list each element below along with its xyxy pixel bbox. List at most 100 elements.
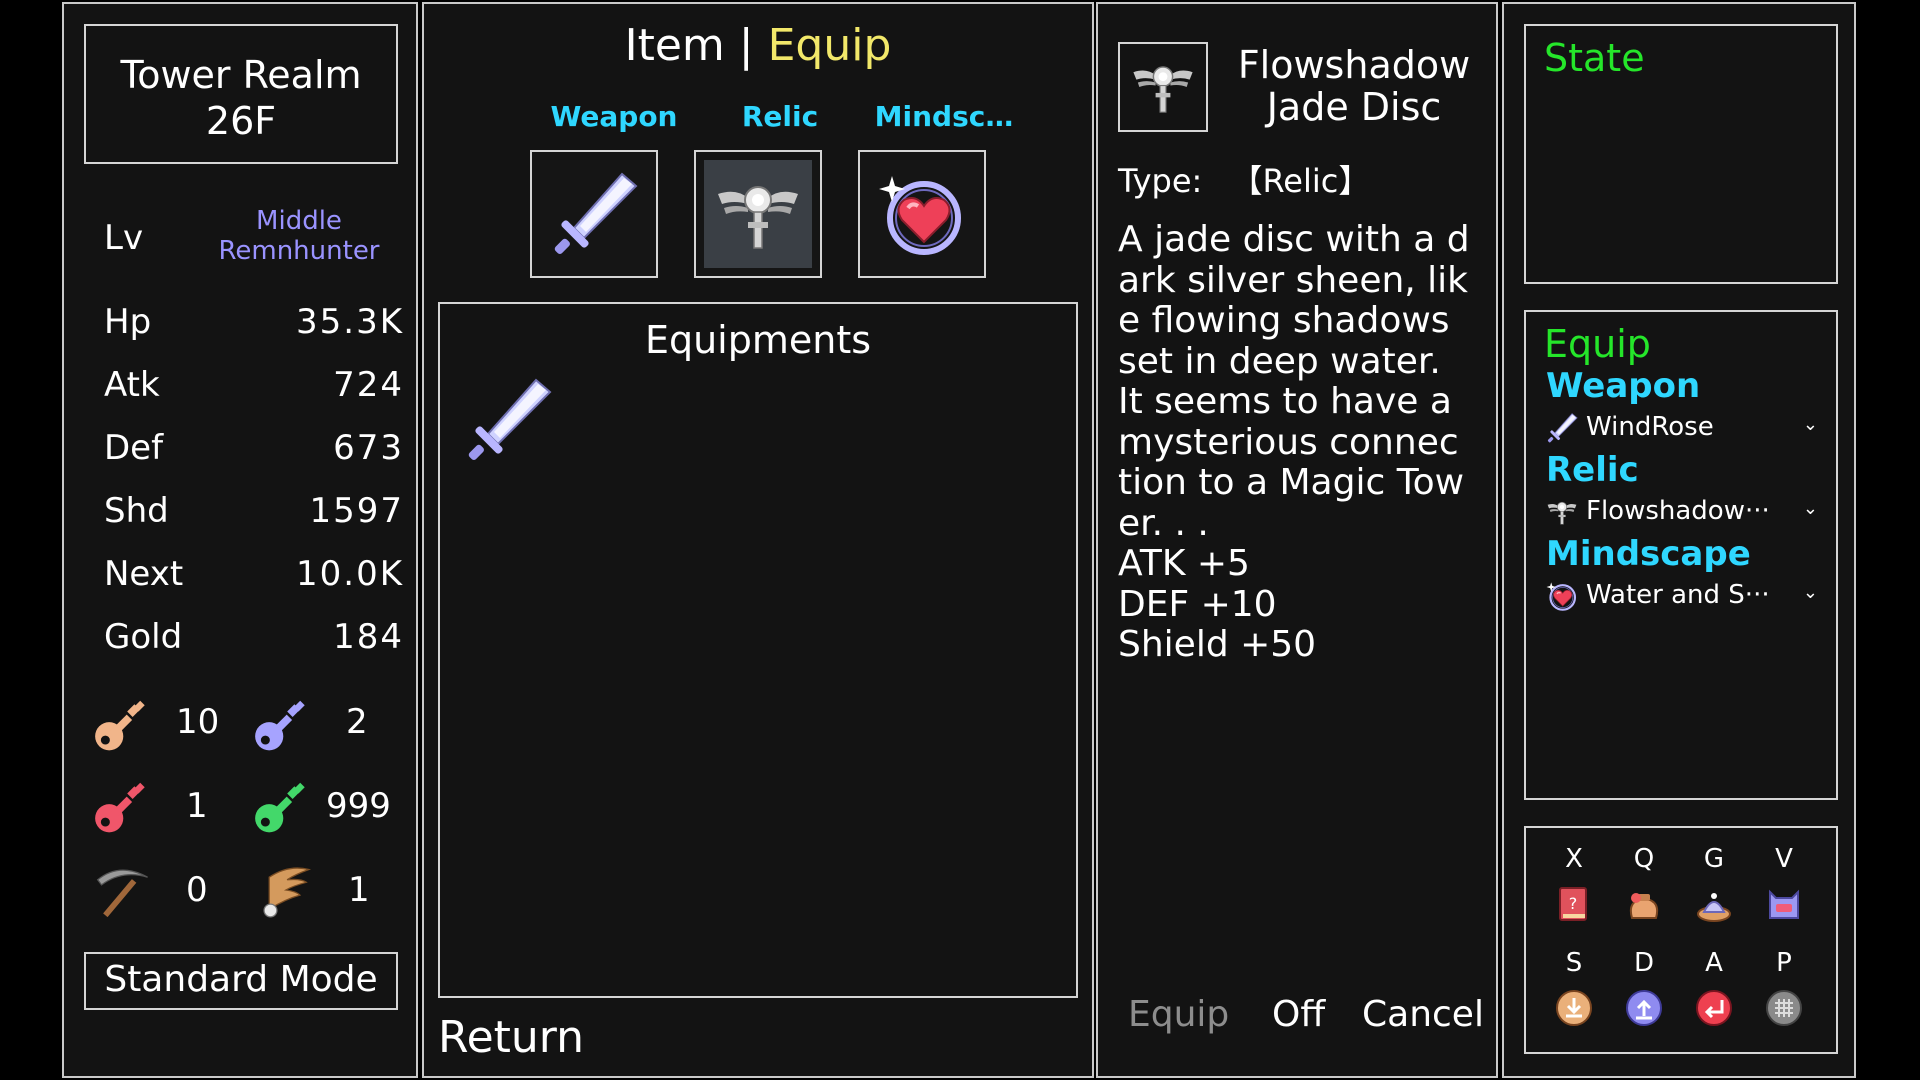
equip-item-weapon: WindRose — [1586, 412, 1714, 442]
hotkey-label-g: G — [1703, 844, 1725, 874]
location-name: Tower Realm — [120, 53, 362, 97]
desc-line: A jade disc with a d — [1118, 219, 1470, 260]
equipments-title: Equipments — [644, 318, 872, 362]
jade-disc-icon — [708, 164, 808, 264]
equip-item-mindscape: Water and S··· — [1586, 580, 1770, 610]
stat-label: Hp — [104, 302, 152, 342]
stat-hp: Hp 35.3K — [104, 302, 404, 346]
stat-def: Def 673 — [104, 428, 404, 472]
bag-icon[interactable] — [1624, 884, 1664, 924]
sword-icon — [458, 370, 558, 470]
stat-value: 724 — [333, 365, 404, 405]
item-description: A jade disc with a d ark silver sheen, l… — [1118, 219, 1470, 666]
hotkey-label-s: S — [1565, 948, 1583, 978]
level-value-line2: Remnhunter — [218, 236, 380, 266]
red-key-count: 1 — [186, 786, 208, 826]
location-floor: 26F — [205, 99, 277, 143]
stat-value: 10.0K — [296, 554, 404, 594]
stat-label: Atk — [104, 365, 160, 405]
weapon-slot[interactable] — [530, 150, 658, 278]
state-title: State — [1544, 36, 1645, 80]
pickaxe-count: 0 — [186, 870, 208, 910]
relic-slot[interactable] — [694, 150, 822, 278]
chevron-down-icon[interactable]: ⌄ — [1803, 414, 1818, 435]
item-name-line2: Jade Disc — [1266, 85, 1442, 129]
wing-icon — [250, 858, 314, 922]
tab-separator: | — [738, 20, 754, 71]
green-key-icon — [250, 776, 314, 840]
hotkey-label-x: X — [1565, 844, 1583, 874]
state-box: State — [1524, 24, 1838, 284]
equip-slot-weapon[interactable]: WindRose ⌄ — [1544, 410, 1824, 448]
equip-category-relic: Relic — [1546, 450, 1639, 490]
desc-line: tion to a Magic Tow — [1118, 462, 1465, 503]
undo-icon[interactable] — [1694, 988, 1734, 1028]
category-label-relic[interactable]: Relic — [696, 100, 864, 133]
blue-key-count: 2 — [346, 702, 368, 742]
hotkey-label-d: D — [1633, 948, 1655, 978]
equip-summary-title: Equip — [1544, 322, 1651, 366]
chevron-down-icon[interactable]: ⌄ — [1803, 498, 1818, 519]
stat-shd: Shd 1597 — [104, 491, 404, 535]
level-value-line1: Middle — [256, 206, 342, 236]
equip-slot-relic[interactable]: Flowshadow··· ⌄ — [1544, 494, 1824, 532]
side-panel: State Equip Weapon WindRose ⌄ Relic Flow… — [1502, 2, 1856, 1078]
shop-pot-icon[interactable] — [1694, 884, 1734, 924]
equip-item-relic: Flowshadow··· — [1586, 496, 1770, 526]
stat-label: Gold — [104, 617, 183, 657]
equip-slot-mindscape[interactable]: Water and S··· ⌄ — [1544, 578, 1824, 616]
cat-badge-icon[interactable] — [1764, 884, 1804, 924]
stat-label: Next — [104, 554, 184, 594]
hotkey-box: X Q G V ? S D A P — [1524, 826, 1838, 1054]
jade-disc-icon — [1544, 494, 1580, 530]
equipment-item-sword[interactable] — [458, 370, 558, 470]
stat-next: Next 10.0K — [104, 554, 404, 598]
item-detail-panel: Flowshadow Jade Disc Type: 【Relic】 A jad… — [1096, 2, 1498, 1078]
desc-line: mysterious connec — [1118, 421, 1459, 463]
mode-button[interactable]: Standard Mode — [84, 952, 398, 1010]
monster-book-icon[interactable]: ? — [1554, 884, 1594, 924]
equip-action-button[interactable]: Equip — [1128, 994, 1229, 1035]
return-button[interactable]: Return — [438, 1012, 584, 1063]
desc-line: ark silver sheen, lik — [1118, 259, 1469, 301]
desc-line: er. . . — [1118, 502, 1209, 544]
hotkey-label-a: A — [1705, 948, 1723, 978]
stat-gold: Gold 184 — [104, 617, 404, 661]
category-label-weapon[interactable]: Weapon — [530, 100, 698, 133]
svg-text:?: ? — [1569, 894, 1578, 913]
stat-atk: Atk 724 — [104, 365, 404, 409]
bonus-def: DEF +10 — [1118, 583, 1277, 625]
hotkey-label-v: V — [1775, 844, 1793, 874]
yellow-key-icon — [90, 694, 154, 758]
grid-menu-icon[interactable] — [1764, 988, 1804, 1028]
status-panel: Tower Realm 26F Lv Middle Remnhunter Hp 3… — [62, 2, 418, 1078]
green-key-count: 999 — [326, 786, 391, 826]
yellow-key-count: 10 — [176, 702, 220, 742]
load-icon[interactable] — [1624, 988, 1664, 1028]
item-type-value: 【Relic】 — [1230, 162, 1371, 200]
chevron-down-icon[interactable]: ⌄ — [1803, 582, 1818, 603]
equip-category-weapon: Weapon — [1546, 366, 1701, 406]
jade-disc-icon — [1126, 50, 1200, 124]
cancel-action-button[interactable]: Cancel — [1362, 994, 1484, 1035]
item-type: Type: 【Relic】 — [1118, 156, 1370, 202]
stat-value: 35.3K — [296, 302, 404, 342]
location-box: Tower Realm 26F — [84, 24, 398, 164]
pickaxe-icon — [90, 858, 154, 922]
category-label-mindscape[interactable]: Mindsc… — [860, 100, 1028, 133]
stat-label: Def — [104, 428, 164, 468]
tab-item[interactable]: Item — [625, 20, 725, 71]
item-name: Flowshadow Jade Disc — [1216, 44, 1492, 128]
bonus-atk: ATK +5 — [1118, 543, 1250, 584]
sword-icon — [544, 164, 644, 264]
inventory-panel: Item | Equip Weapon Relic Mindsc… Equipm… — [422, 2, 1094, 1078]
save-icon[interactable] — [1554, 988, 1594, 1028]
item-name-line1: Flowshadow — [1237, 43, 1471, 87]
desc-line: It seems to have a — [1118, 381, 1452, 422]
tab-equip[interactable]: Equip — [768, 20, 892, 71]
header-tabs: Item | Equip — [424, 20, 1092, 71]
heart-orb-icon — [872, 164, 972, 264]
equipments-list: Equipments — [438, 302, 1078, 998]
mindscape-slot[interactable] — [858, 150, 986, 278]
off-action-button[interactable]: Off — [1272, 994, 1325, 1035]
